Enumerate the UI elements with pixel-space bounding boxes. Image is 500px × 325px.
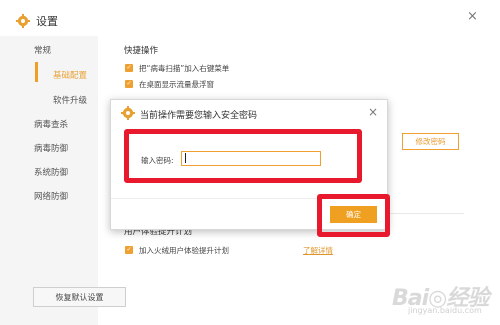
gear-icon bbox=[16, 14, 30, 28]
sidebar-item-basic-config[interactable]: 基础配置 bbox=[53, 69, 87, 81]
option-traffic-window-label: 在桌面显示流量悬浮窗 bbox=[139, 80, 214, 89]
active-indicator bbox=[35, 62, 38, 82]
sidebar-item-network-defense[interactable]: 网络防御 bbox=[34, 190, 68, 202]
password-label: 输入密码: bbox=[141, 156, 174, 165]
quick-ops-heading: 快捷操作 bbox=[124, 46, 159, 56]
change-password-button[interactable]: 修改密码 bbox=[402, 133, 459, 150]
watermark-url: jingyan.baidu.com bbox=[408, 306, 482, 315]
checkbox-traffic-window[interactable]: ✓ bbox=[125, 80, 133, 88]
ok-button[interactable]: 确定 bbox=[330, 206, 377, 223]
dialog-close-icon[interactable]: × bbox=[368, 106, 378, 118]
learn-more-link[interactable]: 了解详情 bbox=[303, 245, 333, 256]
sidebar-item-virus-defense[interactable]: 病毒防御 bbox=[34, 142, 68, 154]
password-input[interactable] bbox=[181, 151, 321, 166]
sidebar-item-general[interactable]: 常规 bbox=[34, 44, 51, 56]
checkbox-context-menu[interactable]: ✓ bbox=[125, 64, 133, 72]
restore-defaults-button[interactable]: 恢复默认设置 bbox=[33, 287, 126, 307]
sidebar-item-virus-scan[interactable]: 病毒查杀 bbox=[34, 118, 68, 130]
close-icon[interactable]: × bbox=[467, 10, 478, 24]
sidebar-item-upgrade[interactable]: 软件升级 bbox=[53, 94, 87, 106]
sidebar-item-system-defense[interactable]: 系统防御 bbox=[34, 166, 68, 178]
window-title: 设置 bbox=[36, 15, 58, 28]
option-experience-plan-label: 加入火绒用户体验提升计划 bbox=[139, 246, 229, 255]
text-caret bbox=[185, 153, 186, 163]
dialog-title: 当前操作需要您输入安全密码 bbox=[140, 111, 258, 121]
dialog-gear-icon bbox=[121, 106, 135, 120]
option-context-menu-label: 把“病毒扫描”加入右键菜单 bbox=[139, 64, 230, 73]
checkbox-experience-plan[interactable]: ✓ bbox=[125, 246, 133, 254]
